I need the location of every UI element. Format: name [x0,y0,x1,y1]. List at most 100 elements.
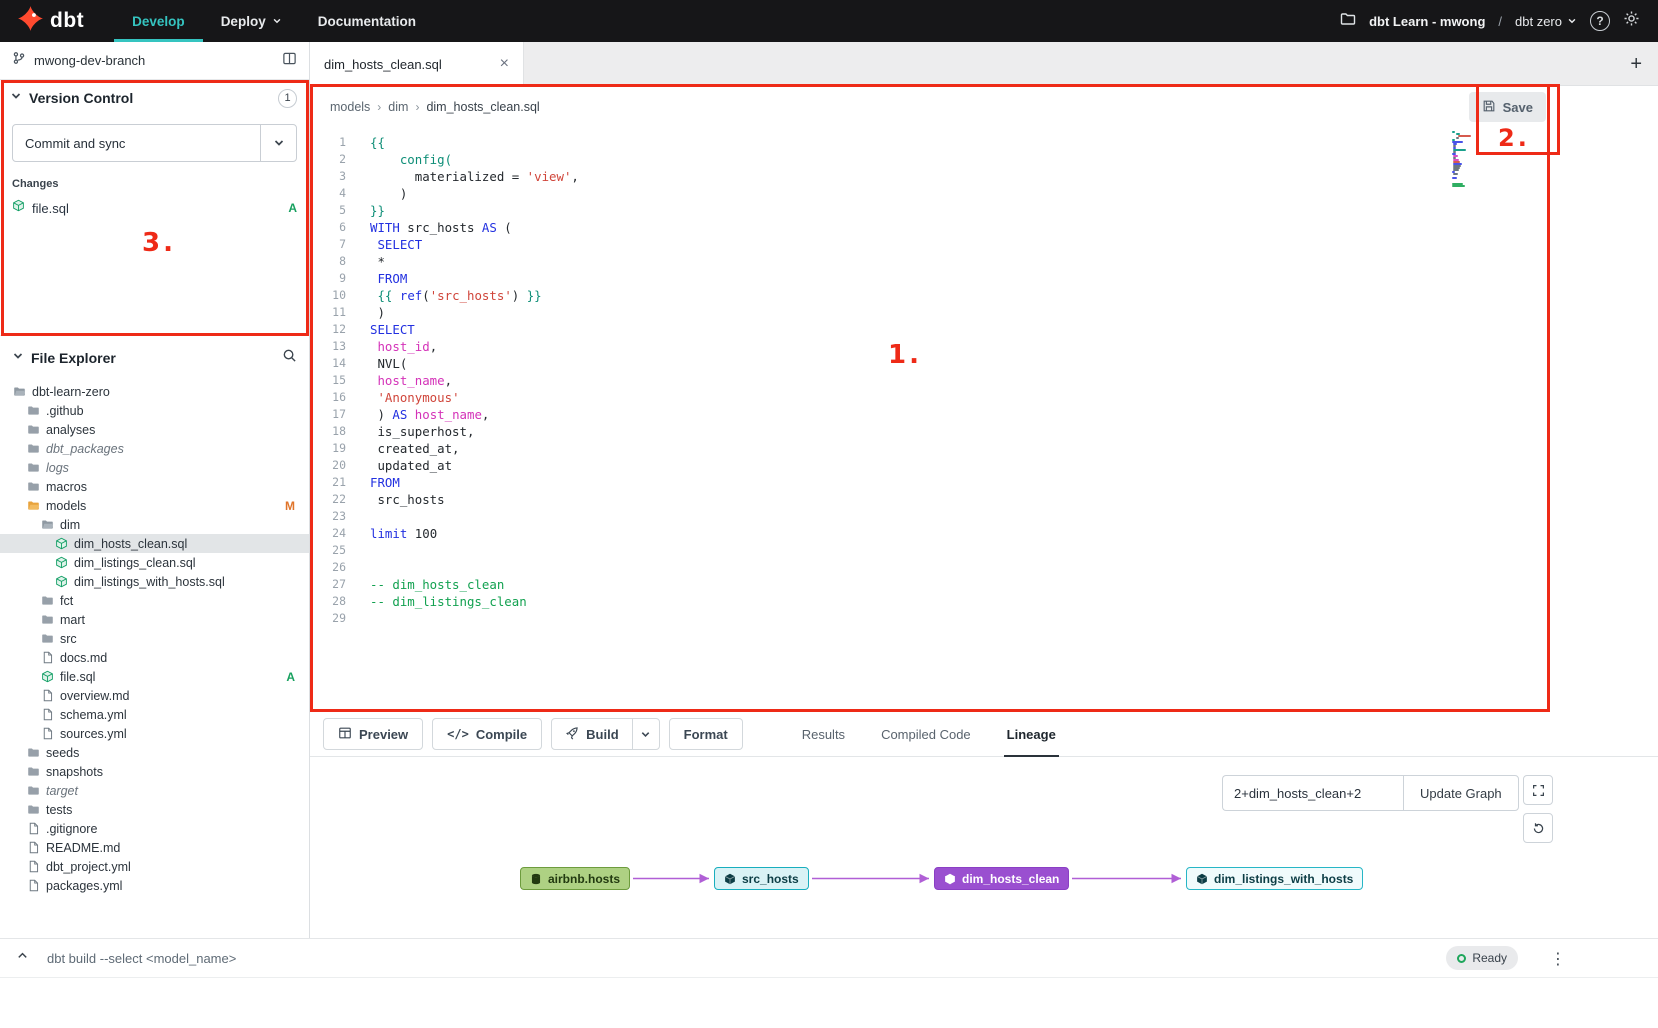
build-button[interactable]: Build [552,719,632,749]
new-tab-icon[interactable]: + [1630,53,1642,76]
build-options-chevron[interactable] [632,719,659,749]
code-line-14[interactable]: 14 NVL( [310,355,1658,372]
code-editor[interactable]: 1{{2 config(3 materialized = 'view',4 )5… [310,127,1658,712]
tree-item-README.md[interactable]: README.md [0,838,309,857]
code-line-22[interactable]: 22 src_hosts [310,491,1658,508]
help-icon[interactable]: ? [1590,11,1610,31]
folder-icon [26,784,40,797]
code-line-29[interactable]: 29 [310,610,1658,627]
lineage-canvas[interactable]: airbnb.hosts src_hosts dim_hosts_clean dim_… [310,757,1658,938]
tree-item-macros[interactable]: macros [0,477,309,496]
file-explorer-header[interactable]: File Explorer [0,336,309,380]
editor-header: models dim dim_hosts_clean.sql Save [310,86,1658,127]
version-control-title: Version Control [29,90,271,106]
minimap[interactable] [1452,131,1474,189]
tab-dim-hosts-clean[interactable]: dim_hosts_clean.sql × [310,42,524,86]
tree-item-dim_hosts_clean.sql[interactable]: dim_hosts_clean.sql [0,534,309,553]
changes-label: Changes [12,178,309,190]
compile-button[interactable]: </> Compile [432,718,542,750]
code-line-17[interactable]: 17 ) AS host_name, [310,406,1658,423]
model-icon [40,670,54,683]
tree-item-seeds[interactable]: seeds [0,743,309,762]
tab-compiled-code[interactable]: Compiled Code [878,712,974,757]
code-line-5[interactable]: 5}} [310,202,1658,219]
tree-item-file.sql[interactable]: file.sqlA [0,667,309,686]
code-line-28[interactable]: 28-- dim_listings_clean [310,593,1658,610]
tree-item-dim[interactable]: dim [0,515,309,534]
tab-lineage[interactable]: Lineage [1004,712,1059,757]
tree-item-schema.yml[interactable]: schema.yml [0,705,309,724]
chevron-down-icon[interactable] [260,125,296,161]
lineage-node-dim_listings_with_hosts[interactable]: dim_listings_with_hosts [1186,867,1363,890]
code-line-26[interactable]: 26 [310,559,1658,576]
tree-item-models[interactable]: modelsM [0,496,309,515]
branch-name[interactable]: mwong-dev-branch [34,53,145,68]
code-icon: </> [447,727,469,741]
breadcrumb-dim[interactable]: dim [370,100,408,114]
tree-item-mart[interactable]: mart [0,610,309,629]
nav-deploy[interactable]: Deploy [203,0,300,42]
tree-item-dbt_packages[interactable]: dbt_packages [0,439,309,458]
save-button[interactable]: Save [1469,92,1546,122]
code-line-27[interactable]: 27-- dim_hosts_clean [310,576,1658,593]
tree-item-.github[interactable]: .github [0,401,309,420]
code-line-7[interactable]: 7 SELECT [310,236,1658,253]
tree-item-src[interactable]: src [0,629,309,648]
tree-item-docs.md[interactable]: docs.md [0,648,309,667]
tree-item-dim_listings_with_hosts.sql[interactable]: dim_listings_with_hosts.sql [0,572,309,591]
tree-item-overview.md[interactable]: overview.md [0,686,309,705]
code-line-6[interactable]: 6WITH src_hosts AS ( [310,219,1658,236]
tree-item-.gitignore[interactable]: .gitignore [0,819,309,838]
close-icon[interactable]: × [500,55,509,73]
kebab-menu-icon[interactable]: ⋮ [1550,949,1566,968]
split-view-icon[interactable] [282,51,297,71]
code-line-15[interactable]: 15 host_name, [310,372,1658,389]
chevron-up-icon[interactable] [16,949,29,967]
tree-item-logs[interactable]: logs [0,458,309,477]
settings-gear-icon[interactable] [1623,10,1640,32]
tree-item-tests[interactable]: tests [0,800,309,819]
code-line-18[interactable]: 18 is_superhost, [310,423,1658,440]
code-line-19[interactable]: 19 created_at, [310,440,1658,457]
lineage-panel: Update Graph airbnb.hostssrc_hostsdim_ho… [310,757,1658,938]
code-line-20[interactable]: 20 updated_at [310,457,1658,474]
tree-item-analyses[interactable]: analyses [0,420,309,439]
code-line-23[interactable]: 23 [310,508,1658,525]
code-line-24[interactable]: 24limit 100 [310,525,1658,542]
nav-develop[interactable]: Develop [114,0,203,42]
commit-and-sync-button[interactable]: Commit and sync [12,124,297,162]
format-button[interactable]: Format [669,718,743,750]
code-line-8[interactable]: 8 * [310,253,1658,270]
changed-file-row[interactable]: file.sql A [0,196,309,220]
command-input[interactable]: dbt build --select <model_name> [47,951,236,966]
nav-documentation[interactable]: Documentation [300,0,434,42]
lineage-node-airbnb.hosts[interactable]: airbnb.hosts [520,867,630,890]
breadcrumb-file[interactable]: dim_hosts_clean.sql [408,100,539,114]
code-line-25[interactable]: 25 [310,542,1658,559]
tree-item-dim_listings_clean.sql[interactable]: dim_listings_clean.sql [0,553,309,572]
tree-item-snapshots[interactable]: snapshots [0,762,309,781]
code-line-16[interactable]: 16 'Anonymous' [310,389,1658,406]
tree-item-target[interactable]: target [0,781,309,800]
code-line-21[interactable]: 21FROM [310,474,1658,491]
code-line-12[interactable]: 12SELECT [310,321,1658,338]
tree-item-dbt_project.yml[interactable]: dbt_project.yml [0,857,309,876]
search-icon[interactable] [282,348,297,368]
tree-item-dbt-learn-zero[interactable]: dbt-learn-zero [0,382,309,401]
environment-selector[interactable]: dbt zero [1515,14,1577,29]
tree-item-packages.yml[interactable]: packages.yml [0,876,309,895]
version-control-header[interactable]: Version Control 1 [0,80,309,116]
code-line-9[interactable]: 9 FROM [310,270,1658,287]
lineage-node-src_hosts[interactable]: src_hosts [714,867,809,890]
breadcrumb-models[interactable]: models [330,100,370,114]
code-line-10[interactable]: 10 {{ ref('src_hosts') }} [310,287,1658,304]
dbt-logo[interactable]: dbt [18,6,84,36]
tree-item-fct[interactable]: fct [0,591,309,610]
code-line-11[interactable]: 11 ) [310,304,1658,321]
tree-item-sources.yml[interactable]: sources.yml [0,724,309,743]
preview-button[interactable]: Preview [323,718,423,750]
code-line-13[interactable]: 13 host_id, [310,338,1658,355]
lineage-node-dim_hosts_clean[interactable]: dim_hosts_clean [934,867,1069,890]
project-name[interactable]: dbt Learn - mwong [1369,14,1485,29]
tab-results[interactable]: Results [799,712,848,757]
